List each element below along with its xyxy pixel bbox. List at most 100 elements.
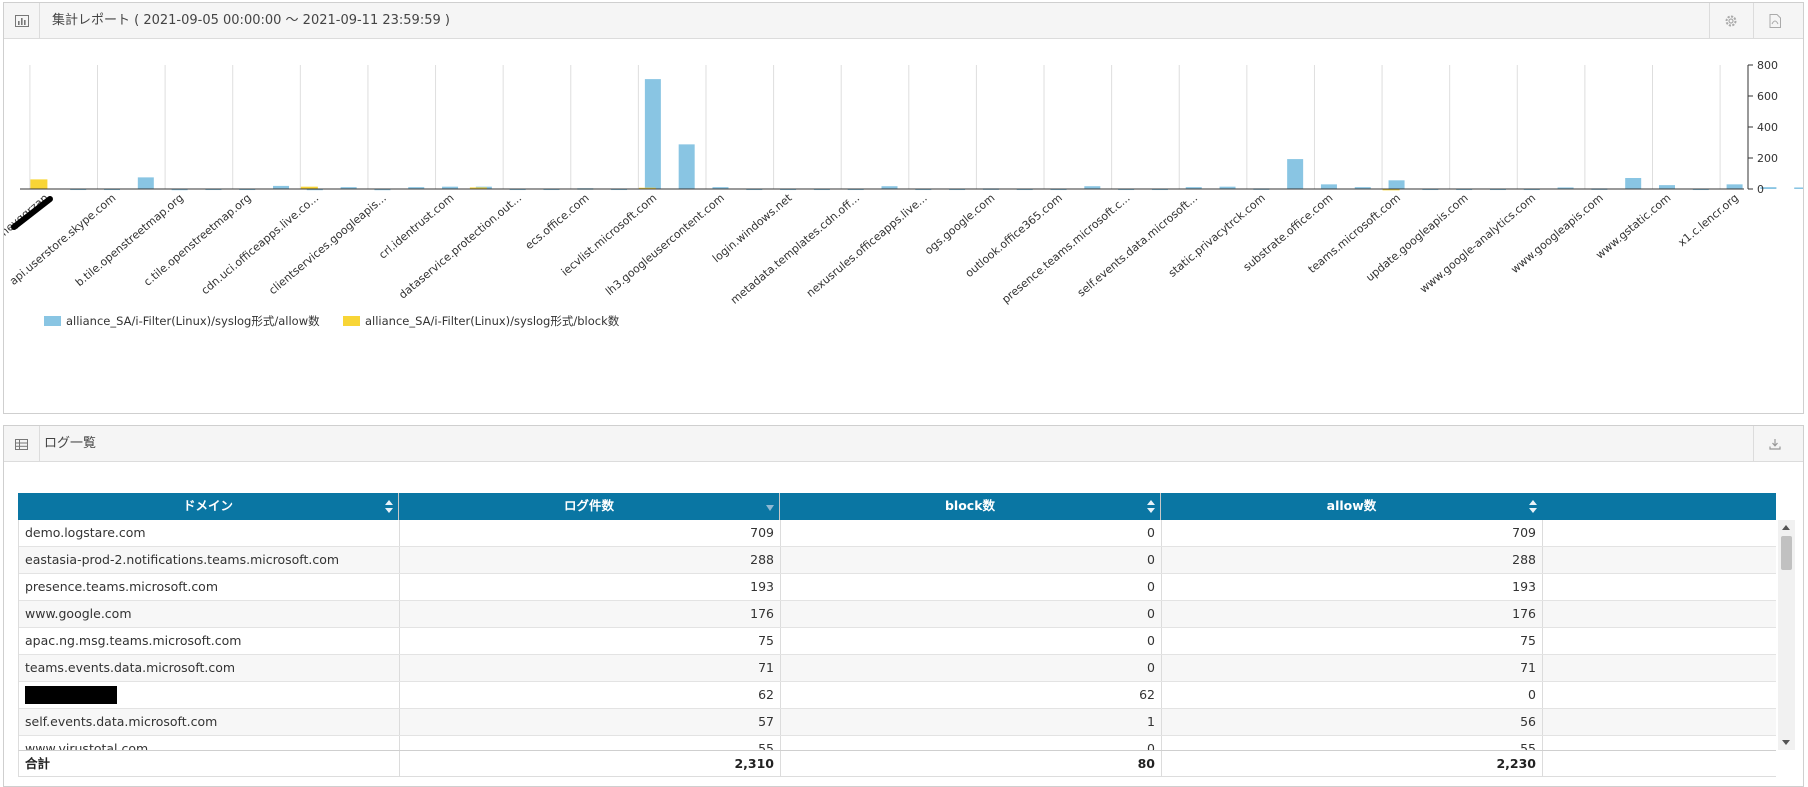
bar bbox=[1287, 159, 1304, 189]
download-icon bbox=[1768, 439, 1781, 450]
column-header-label: block数 bbox=[944, 498, 996, 513]
table-row[interactable]: teams.events.data.microsoft.com 71 0 71 bbox=[19, 655, 1776, 682]
x-tick-label: ecs.office.com bbox=[523, 191, 592, 252]
sort-icon[interactable] bbox=[385, 500, 393, 513]
domain-cell: teams.events.data.microsoft.com bbox=[19, 655, 400, 681]
y-tick-label: 0 bbox=[1757, 183, 1764, 196]
block-count-cell: 0 bbox=[781, 601, 1162, 627]
allow-count-cell: 709 bbox=[1162, 520, 1543, 546]
table-footer-row: 合計 2,310 80 2,230 bbox=[18, 750, 1776, 777]
allow-count-cell: 71 bbox=[1162, 655, 1543, 681]
log-list-title: ログ一覧 bbox=[44, 436, 97, 451]
log-count-cell: 57 bbox=[400, 709, 781, 735]
domain-cell: eastasia-prod-2.notifications.teams.micr… bbox=[19, 547, 400, 573]
x-tick-label: metadata.templates.cdn.off... bbox=[728, 191, 862, 306]
bar bbox=[1794, 187, 1803, 189]
legend-swatch bbox=[44, 316, 61, 326]
bar bbox=[30, 179, 48, 189]
log-count-cell: 709 bbox=[400, 520, 781, 546]
pdf-icon bbox=[1769, 14, 1781, 28]
legend-label: alliance_SA/i-Filter(Linux)/syslog形式/all… bbox=[66, 314, 320, 328]
x-tick-label: x1.c.lencr.org bbox=[1676, 191, 1741, 249]
column-header[interactable]: block数 bbox=[780, 493, 1161, 520]
domain-cell: apac.ng.msg.teams.microsoft.com bbox=[19, 628, 400, 654]
x-tick-label: b.tile.openstreetmap.org bbox=[73, 191, 186, 289]
domain-cell: presence.teams.microsoft.com bbox=[19, 574, 400, 600]
bar bbox=[1658, 185, 1675, 189]
table-row[interactable]: demo.logstare.com 709 0 709 bbox=[19, 520, 1776, 547]
bar bbox=[1625, 177, 1642, 189]
domain-cell: www.virustotal.com bbox=[19, 736, 400, 750]
x-tick-label: c.tile.openstreetmap.org bbox=[141, 191, 253, 288]
sort-desc-icon[interactable] bbox=[766, 505, 774, 511]
bar-chart-icon bbox=[4, 3, 40, 39]
table-scrollbar[interactable] bbox=[1778, 520, 1795, 750]
x-tick-label: presence.teams.microsoft.c... bbox=[999, 191, 1132, 306]
allow-count-cell: 56 bbox=[1162, 709, 1543, 735]
column-header[interactable]: ドメイン bbox=[18, 493, 399, 520]
block-count-cell: 0 bbox=[781, 520, 1162, 546]
log-count-cell: 71 bbox=[400, 655, 781, 681]
scroll-up-icon[interactable] bbox=[1782, 525, 1790, 530]
table-header-row: ドメイン ログ件数 block数 allow数 bbox=[18, 493, 1776, 520]
scrollbar-thumb[interactable] bbox=[1781, 536, 1792, 570]
log-list-header: ログ一覧 bbox=[4, 426, 1803, 462]
bar bbox=[1726, 184, 1743, 189]
total-label: 合計 bbox=[19, 751, 400, 777]
legend-label: alliance_SA/i-Filter(Linux)/syslog形式/blo… bbox=[365, 314, 620, 328]
table-row[interactable]: presence.teams.microsoft.com 193 0 193 bbox=[19, 574, 1776, 601]
domain-cell: www.google.com bbox=[19, 601, 400, 627]
allow-count-cell: 0 bbox=[1162, 682, 1543, 708]
x-tick-label: www.gstatic.com bbox=[1593, 191, 1673, 261]
table-row[interactable]: apac.ng.msg.teams.microsoft.com 75 0 75 bbox=[19, 628, 1776, 655]
y-tick-label: 800 bbox=[1757, 59, 1778, 72]
log-table: ドメイン ログ件数 block数 allow数 demo.logstare.com 70… bbox=[18, 493, 1776, 777]
x-tick-label: dataservice.protection.out... bbox=[396, 191, 524, 301]
block-count-cell: 0 bbox=[781, 655, 1162, 681]
column-header-label: ドメイン bbox=[182, 498, 233, 513]
domain-cell: demo.logstare.com bbox=[19, 520, 400, 546]
log-count-cell: 176 bbox=[400, 601, 781, 627]
sort-icon[interactable] bbox=[1147, 500, 1155, 513]
table-row[interactable]: www.google.com 176 0 176 bbox=[19, 601, 1776, 628]
block-count-cell: 0 bbox=[781, 547, 1162, 573]
allow-count-cell: 176 bbox=[1162, 601, 1543, 627]
table-body[interactable]: demo.logstare.com 709 0 709 eastasia-prod-2.… bbox=[18, 520, 1776, 750]
allow-count-cell: 288 bbox=[1162, 547, 1543, 573]
bar bbox=[678, 144, 695, 189]
column-header[interactable]: allow数 bbox=[1161, 493, 1542, 520]
allow-count-cell: 75 bbox=[1162, 628, 1543, 654]
log-count-cell: 288 bbox=[400, 547, 781, 573]
x-tick-label: self.events.data.microsoft... bbox=[1075, 191, 1200, 299]
x-tick-label: cdn.uci.officeapps.live.co... bbox=[199, 191, 322, 297]
settings-button[interactable] bbox=[1709, 3, 1751, 39]
total-allow-count: 2,230 bbox=[1162, 751, 1543, 777]
domain-cell bbox=[19, 682, 400, 708]
log-count-cell: 193 bbox=[400, 574, 781, 600]
y-tick-label: 600 bbox=[1757, 90, 1778, 103]
table-row[interactable]: eastasia-prod-2.notifications.teams.micr… bbox=[19, 547, 1776, 574]
column-header[interactable]: ログ件数 bbox=[399, 493, 780, 520]
log-list-panel: ログ一覧 ドメイン ログ件数 block数 allow数 demo.logstare.… bbox=[3, 425, 1804, 787]
allow-count-cell: 193 bbox=[1162, 574, 1543, 600]
table-row[interactable]: www.virustotal.com 55 0 55 bbox=[19, 736, 1776, 750]
redacted-block bbox=[25, 685, 117, 704]
sort-icon[interactable] bbox=[1529, 500, 1537, 513]
table-row[interactable]: self.events.data.microsoft.com 57 1 56 bbox=[19, 709, 1776, 736]
report-panel-header: 集計レポート ( 2021-09-05 00:00:00 ～ 2021-09-1… bbox=[4, 3, 1803, 39]
table-icon bbox=[4, 426, 40, 462]
table-row[interactable]: 62 62 0 bbox=[19, 682, 1776, 709]
bar bbox=[137, 177, 154, 189]
column-header-label: allow数 bbox=[1326, 498, 1377, 513]
block-count-cell: 1 bbox=[781, 709, 1162, 735]
x-tick-label: nexusrules.officeapps.live... bbox=[804, 191, 930, 299]
log-count-cell: 62 bbox=[400, 682, 781, 708]
log-count-cell: 55 bbox=[400, 736, 781, 750]
bar-chart: 0200400600800alraomeyqgrzapapi.userstore… bbox=[4, 59, 1803, 328]
scroll-down-icon[interactable] bbox=[1782, 740, 1790, 745]
report-panel: 集計レポート ( 2021-09-05 00:00:00 ～ 2021-09-1… bbox=[3, 2, 1804, 414]
x-tick-label: www.google-analytics.com bbox=[1417, 191, 1538, 295]
download-button[interactable] bbox=[1753, 426, 1795, 462]
pdf-export-button[interactable] bbox=[1753, 3, 1795, 39]
y-tick-label: 400 bbox=[1757, 121, 1778, 134]
